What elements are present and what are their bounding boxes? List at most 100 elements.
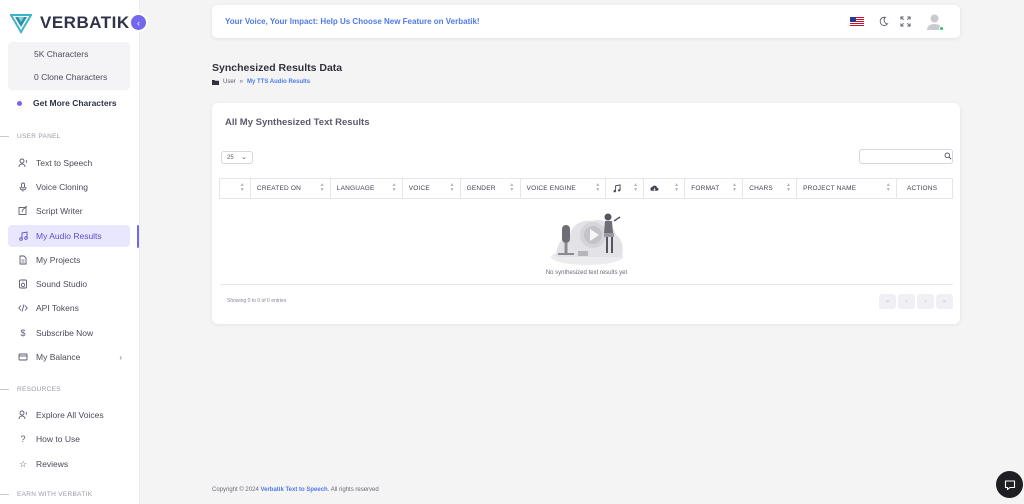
sort-icon: ▲ ▼	[674, 182, 680, 193]
copyright-suffix: . All rights reserved	[327, 487, 379, 493]
logo[interactable]: VERBATIK	[10, 12, 130, 34]
sidebar-item-reviews[interactable]: ☆ Reviews	[8, 453, 130, 475]
sidebar-item-my-audio-results[interactable]: My Audio Results	[8, 225, 130, 247]
sort-icon: ▲ ▼	[595, 182, 601, 193]
get-more-characters-label: Get More Characters	[33, 98, 117, 108]
sort-icon: ▲ ▼	[239, 182, 245, 193]
sidebar-item-label: Explore All Voices	[36, 410, 104, 420]
last-page-button[interactable]: »	[936, 294, 953, 309]
column-header-project-name[interactable]: PROJECT NAME ▲ ▼	[796, 178, 897, 199]
page-size-select[interactable]: 25 ⌄	[221, 151, 253, 164]
next-page-button[interactable]: ›	[917, 294, 934, 309]
previous-page-button[interactable]: ‹	[898, 294, 915, 309]
column-header-select[interactable]: ▲ ▼	[219, 178, 251, 199]
sidebar-item-subscribe-now[interactable]: $ Subscribe Now	[8, 322, 130, 344]
column-header-audio[interactable]: ▲ ▼	[605, 178, 645, 199]
collapse-sidebar-button[interactable]: ‹	[131, 15, 146, 30]
bullet-icon	[17, 100, 22, 106]
chevron-left-icon: ‹	[137, 17, 140, 28]
clone-characters-count: 0 Clone Characters	[34, 72, 108, 82]
section-user-panel: USER PANEL	[0, 133, 61, 140]
chevron-down-icon: ⌄	[241, 154, 247, 161]
sort-icon: ▲ ▼	[885, 182, 891, 193]
app-name: VERBATIK	[40, 13, 130, 32]
first-page-button[interactable]: «	[879, 294, 896, 309]
pagination: « ‹ › »	[877, 294, 953, 309]
column-header-actions: ACTIONS	[895, 178, 954, 199]
column-header-language[interactable]: LANGUAGE ▲ ▼	[329, 178, 403, 199]
chat-icon	[1004, 479, 1015, 490]
sidebar-item-label: My Projects	[36, 255, 81, 265]
sidebar-item-explore-all-voices[interactable]: Explore All Voices	[8, 404, 130, 426]
feature-vote-link[interactable]: Your Voice, Your Impact: Help Us Choose …	[225, 17, 480, 26]
active-indicator	[137, 225, 139, 248]
sort-icon: ▲ ▼	[449, 182, 455, 193]
section-resources: RESOURCES	[0, 386, 61, 393]
column-header-download[interactable]: ▲ ▼	[643, 178, 686, 199]
sidebar-item-my-balance[interactable]: My Balance ›	[8, 346, 130, 368]
column-header-voice[interactable]: VOICE ▲ ▼	[401, 178, 461, 199]
sort-icon: ▲ ▼	[391, 182, 397, 193]
breadcrumb: User » My TTS Audio Results	[212, 79, 310, 85]
get-more-characters-link[interactable]: Get More Characters	[17, 98, 117, 108]
sort-icon: ▲ ▼	[319, 182, 325, 193]
sidebar-item-how-to-use[interactable]: ? How to Use	[8, 428, 130, 450]
sidebar-item-label: Reviews	[36, 459, 69, 469]
music-note-icon	[613, 184, 621, 193]
search-icon[interactable]	[944, 152, 952, 160]
edit-icon	[18, 206, 28, 216]
sidebar-item-label: My Balance	[36, 352, 81, 362]
folder-icon	[212, 80, 219, 85]
microphone-icon	[18, 182, 28, 192]
chevron-right-icon: ›	[119, 352, 122, 362]
breadcrumb-user[interactable]: User	[223, 79, 236, 85]
dollar-icon: $	[20, 328, 26, 338]
entries-info: Showing 0 to 0 of 0 entries	[227, 298, 287, 304]
page-size-value: 25	[227, 154, 234, 161]
column-header-chars[interactable]: CHARS ▲ ▼	[742, 178, 798, 199]
moon-icon[interactable]	[877, 16, 889, 28]
sidebar-item-api-tokens[interactable]: API Tokens	[8, 297, 130, 319]
sidebar-item-my-projects[interactable]: My Projects	[8, 249, 130, 271]
column-header-created-on[interactable]: CREATED ON ▲ ▼	[249, 178, 331, 199]
voice-icon	[18, 158, 28, 168]
question-icon: ?	[20, 434, 26, 444]
online-status-dot	[939, 26, 944, 31]
sidebar-item-label: Subscribe Now	[36, 328, 94, 338]
avatar[interactable]	[925, 12, 944, 31]
sidebar-item-script-writer[interactable]: Script Writer	[8, 200, 130, 222]
code-icon	[18, 303, 28, 313]
page-title: Synchesized Results Data	[212, 62, 343, 74]
logo-icon	[10, 14, 32, 34]
empty-state-message: No synthesized text results yet	[545, 270, 628, 276]
cloud-download-icon	[650, 185, 659, 191]
footer: Copyright © 2024 Verbatik Text to Speech…	[212, 487, 379, 493]
results-table: ▲ ▼ CREATED ON ▲ ▼ LANGUAGE ▲ ▼ VOICE ▲ ▼ GENDE…	[219, 178, 954, 285]
sidebar-item-label: How to Use	[36, 434, 80, 444]
characters-count: 5K Characters	[34, 49, 89, 59]
us-flag-icon[interactable]	[850, 17, 864, 26]
sidebar-item-label: Text to Speech	[36, 158, 93, 168]
wallet-icon	[18, 352, 28, 362]
sidebar-item-text-to-speech[interactable]: Text to Speech	[8, 152, 130, 174]
headphones-icon	[18, 279, 28, 289]
footer-brand-link[interactable]: Verbatik Text to Speech	[260, 487, 327, 493]
sidebar-item-voice-cloning[interactable]: Voice Cloning	[8, 176, 130, 198]
chat-button[interactable]	[996, 471, 1023, 498]
column-header-format[interactable]: FORMAT ▲ ▼	[684, 178, 744, 199]
sort-icon: ▲ ▼	[785, 182, 792, 193]
search-input[interactable]	[859, 149, 953, 164]
sort-icon: ▲ ▼	[509, 182, 515, 193]
column-header-voice-engine[interactable]: VOICE ENGINE ▲ ▼	[519, 178, 607, 199]
sidebar-item-label: Voice Cloning	[36, 182, 88, 192]
fullscreen-icon[interactable]	[899, 16, 911, 28]
section-earn: EARN WITH VERBATIK	[0, 491, 92, 498]
breadcrumb-current: My TTS Audio Results	[247, 79, 311, 85]
sidebar-item-label: Script Writer	[36, 206, 83, 216]
sort-icon: ▲ ▼	[732, 182, 738, 193]
breadcrumb-separator: »	[239, 79, 244, 85]
column-header-gender[interactable]: GENDER ▲ ▼	[459, 178, 521, 199]
document-icon	[18, 255, 28, 265]
sidebar-item-sound-studio[interactable]: Sound Studio	[8, 273, 130, 295]
music-note-icon	[18, 231, 28, 241]
